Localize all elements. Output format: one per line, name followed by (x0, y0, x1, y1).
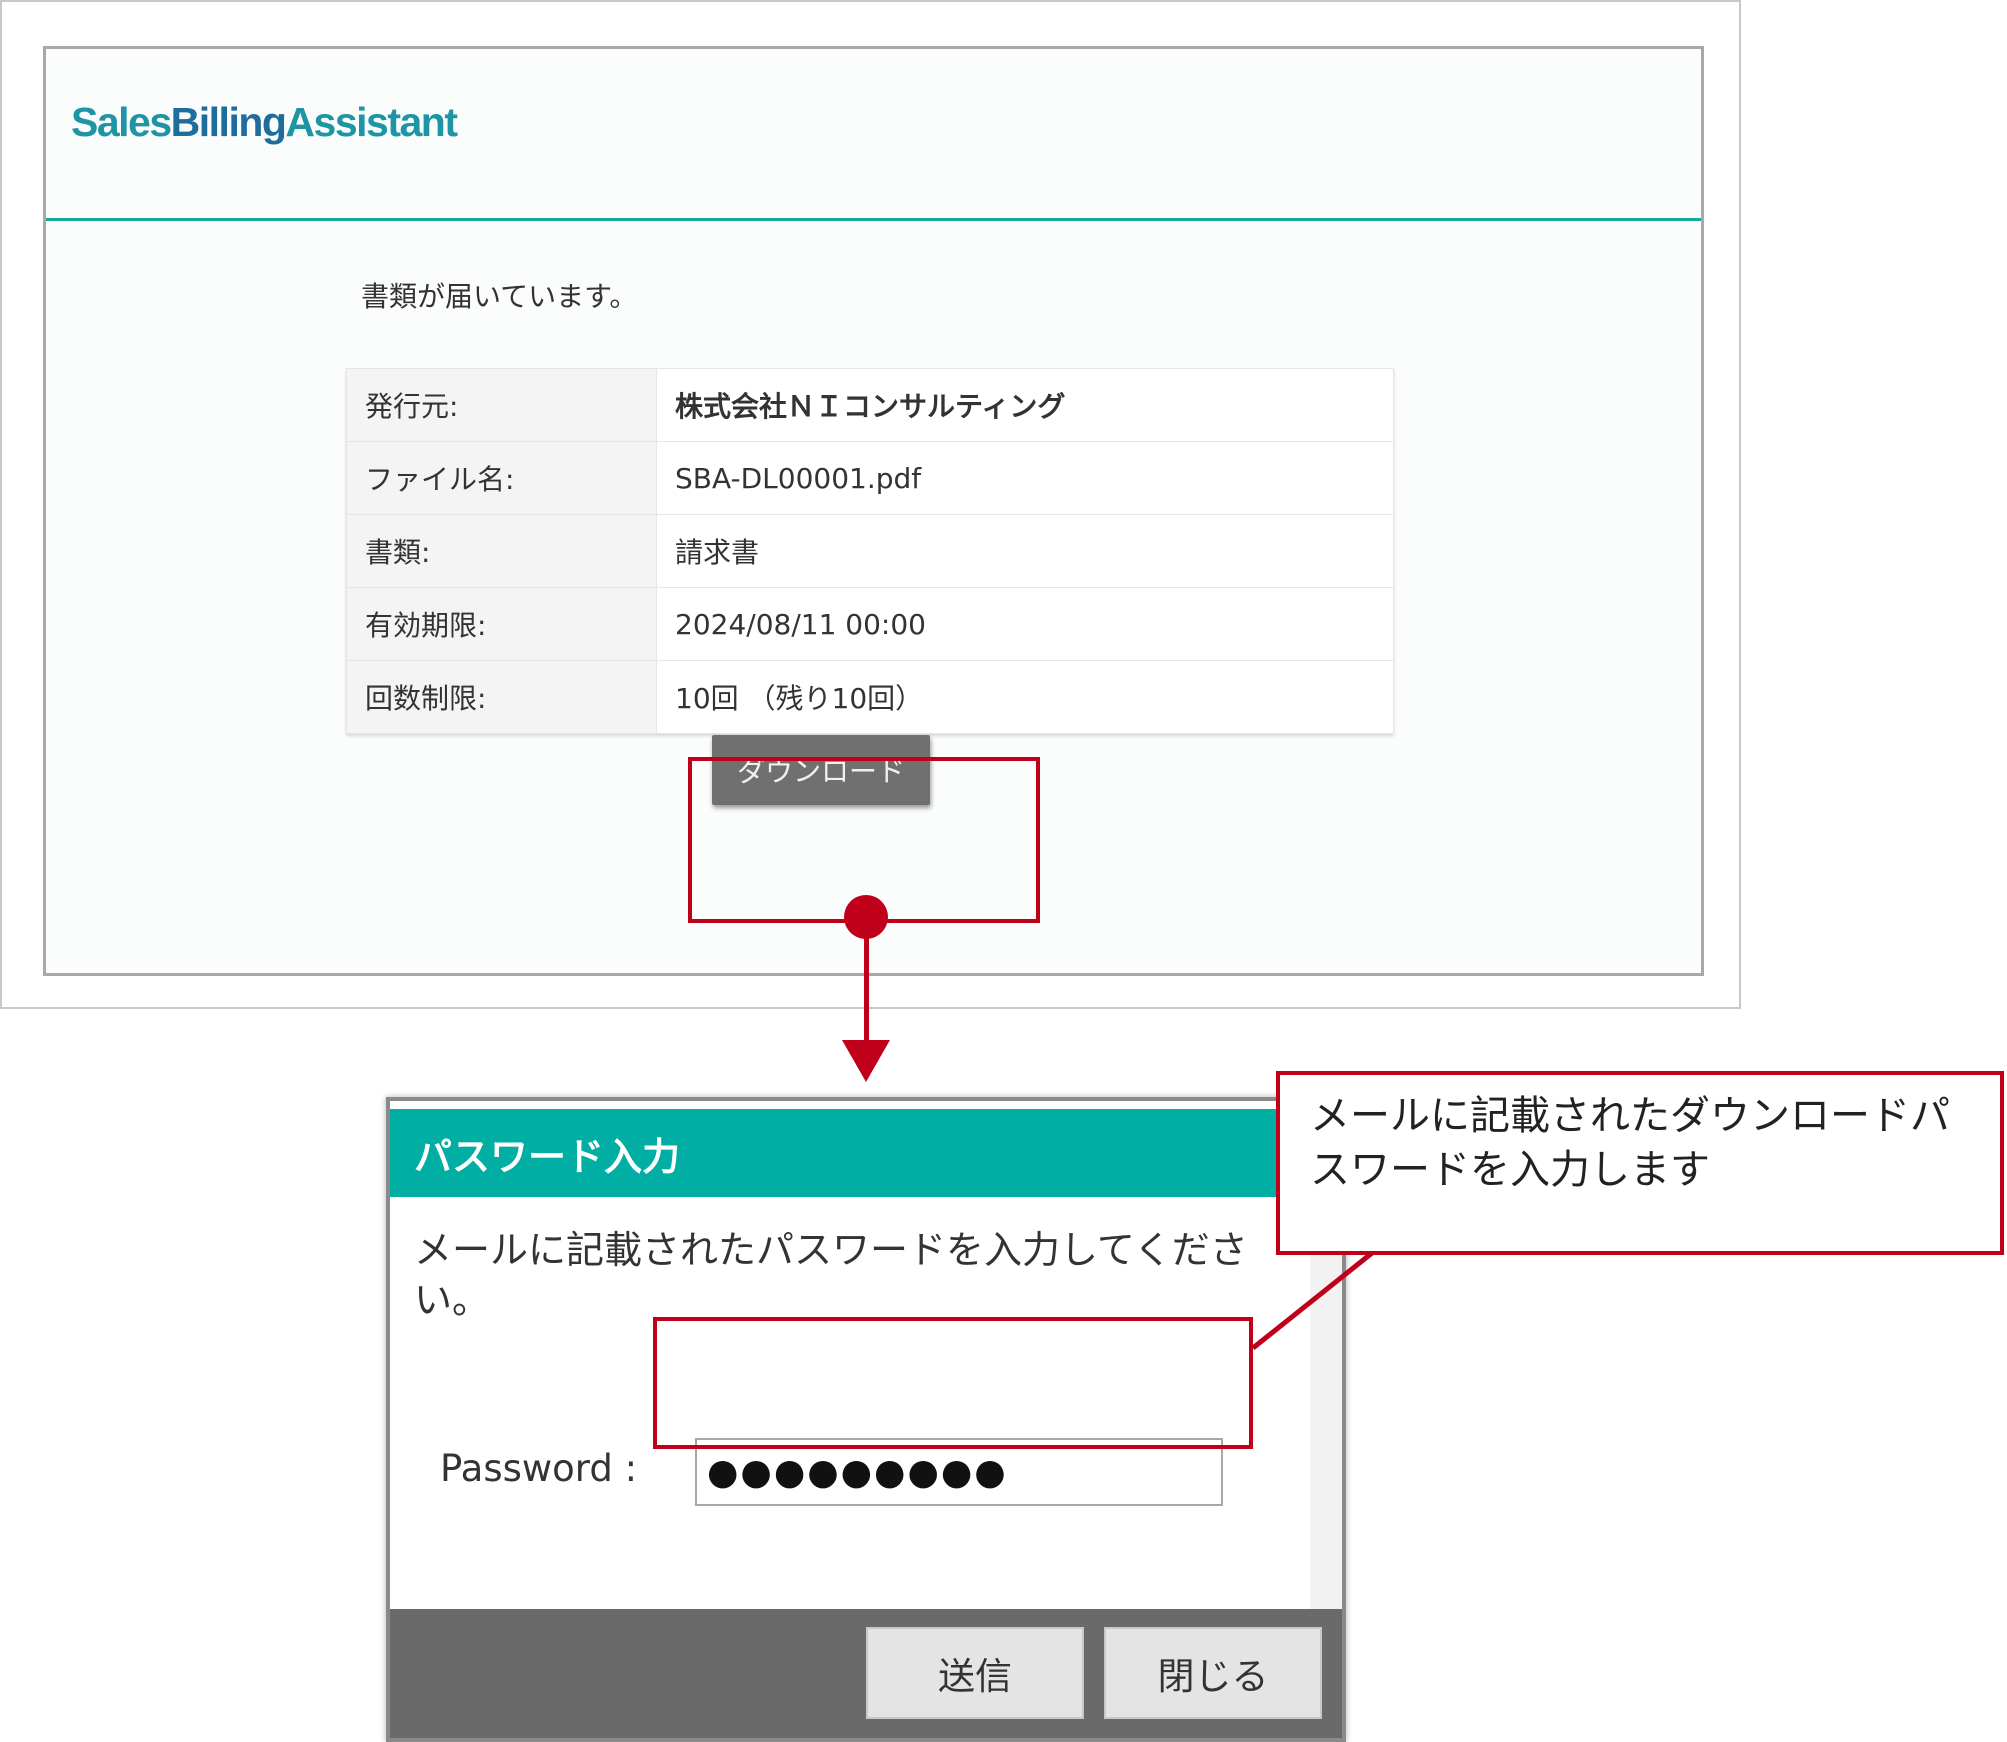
dialog-footer: 送信 閉じる (390, 1609, 1342, 1738)
annotation-connector-line (864, 917, 869, 1042)
sales-billing-assistant-logo: SalesBillingAssistant (71, 99, 458, 146)
dialog-message: メールに記載されたパスワードを入力してください。 (414, 1228, 1248, 1322)
filename-value: SBA-DL00001.pdf (656, 441, 1394, 515)
table-row: 回数制限: 10回 （残り10回） (346, 660, 1394, 734)
issuer-label: 発行元: (346, 368, 657, 442)
close-button[interactable]: 閉じる (1104, 1627, 1322, 1719)
callout-box: メールに記載されたダウンロードパスワードを入力します (1276, 1071, 2004, 1255)
table-row: 有効期限: 2024/08/11 00:00 (346, 587, 1394, 661)
document-type-label: 書類: (346, 514, 657, 588)
logo-word-sales: Sales (71, 99, 172, 145)
count-limit-value: 10回 （残り10回） (656, 660, 1394, 734)
lead-text: 書類が届いています。 (361, 280, 638, 313)
email-header: SalesBillingAssistant (46, 49, 1701, 221)
logo-word-billing: Billing (170, 99, 287, 145)
expiry-label: 有効期限: (346, 587, 657, 661)
document-type-value: 請求書 (656, 514, 1394, 588)
annotation-arrow-icon (842, 1040, 890, 1082)
password-highlight-box (653, 1317, 1253, 1449)
issuer-value: 株式会社ＮＩコンサルティング (656, 368, 1394, 442)
table-row: 書類: 請求書 (346, 514, 1394, 588)
count-limit-label: 回数制限: (346, 660, 657, 734)
filename-label: ファイル名: (346, 441, 657, 515)
send-button[interactable]: 送信 (866, 1627, 1084, 1719)
dialog-title: パスワード入力 (390, 1109, 1342, 1197)
table-row: 発行元: 株式会社ＮＩコンサルティング (346, 368, 1394, 442)
document-info-table: 発行元: 株式会社ＮＩコンサルティング ファイル名: SBA-DL00001.p… (346, 368, 1394, 734)
password-label: Password : (440, 1447, 638, 1490)
expiry-value: 2024/08/11 00:00 (656, 587, 1394, 661)
logo-word-assistant: Assistant (285, 99, 458, 145)
table-row: ファイル名: SBA-DL00001.pdf (346, 441, 1394, 515)
